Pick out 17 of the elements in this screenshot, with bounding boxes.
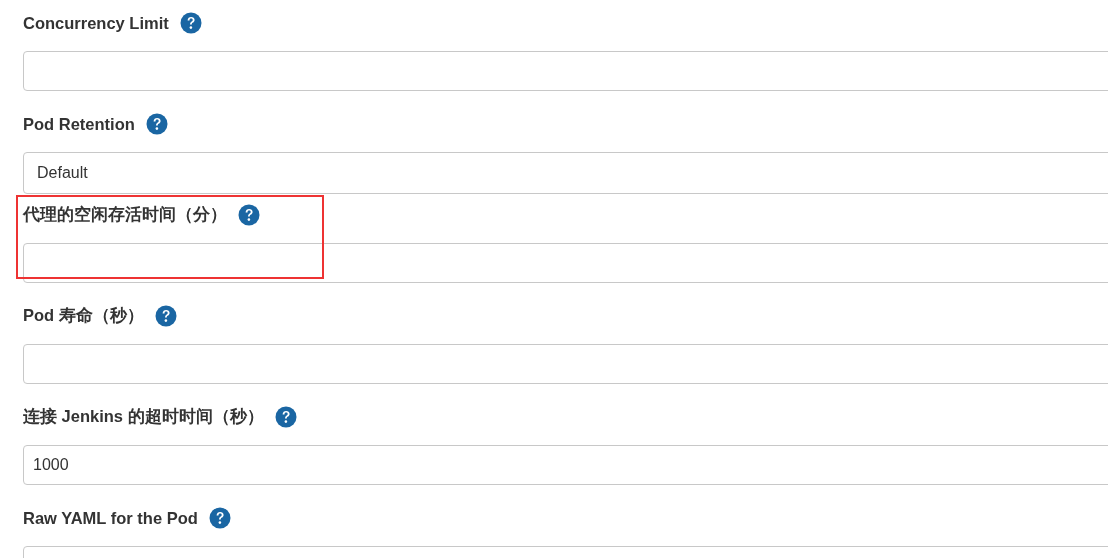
field-label: Concurrency Limit <box>23 13 169 33</box>
help-icon[interactable] <box>274 406 297 428</box>
help-icon[interactable] <box>238 204 260 226</box>
help-icon[interactable] <box>145 113 168 135</box>
input-field[interactable] <box>23 243 1108 283</box>
field-label: Raw YAML for the Pod <box>23 508 198 528</box>
select-field[interactable]: Default <box>23 152 1108 194</box>
input-field[interactable] <box>23 51 1108 91</box>
field-label: Pod 寿命（秒） <box>23 305 144 327</box>
help-icon[interactable] <box>179 12 202 34</box>
field-label: 代理的空闲存活时间（分） <box>23 204 227 226</box>
help-icon[interactable] <box>154 305 177 327</box>
help-icon[interactable] <box>208 507 231 529</box>
input-field[interactable] <box>23 344 1108 384</box>
input-field[interactable]: 1000 <box>23 445 1108 485</box>
field-label: Pod Retention <box>23 114 135 134</box>
field-label: 连接 Jenkins 的超时时间（秒） <box>23 406 264 428</box>
